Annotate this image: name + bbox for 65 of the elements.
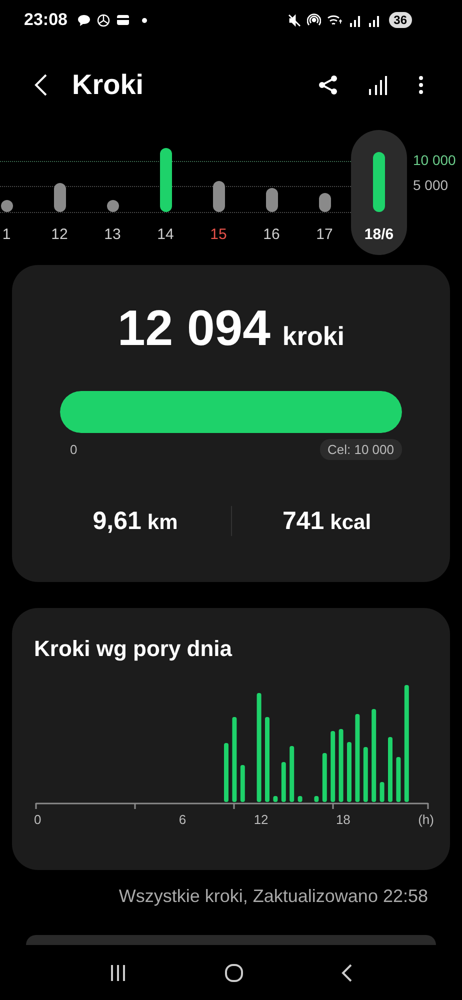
axis-label: (h) bbox=[418, 812, 434, 827]
mute-icon bbox=[288, 14, 301, 26]
day-bar[interactable] bbox=[0, 200, 12, 212]
day-label[interactable]: 17 bbox=[316, 226, 333, 243]
stat-unit: kcal bbox=[330, 510, 372, 534]
day-label[interactable]: 13 bbox=[104, 226, 121, 243]
card-title: Kroki wg pory dnia bbox=[34, 636, 234, 662]
bar-chart-icon[interactable] bbox=[368, 75, 388, 95]
day-bar[interactable] bbox=[318, 193, 330, 212]
day-label[interactable]: 16 bbox=[263, 226, 280, 243]
hourly-bar bbox=[298, 796, 302, 802]
day-bar[interactable] bbox=[160, 148, 172, 212]
progress-min-label: 0 bbox=[70, 442, 78, 457]
day-bar[interactable] bbox=[373, 152, 385, 212]
axis-label: 0 bbox=[34, 812, 42, 827]
scale-label: 10 000 bbox=[413, 152, 456, 168]
share-icon[interactable] bbox=[318, 75, 338, 95]
status-time: 23:08 bbox=[24, 10, 68, 30]
stat-value: 9,61 bbox=[92, 506, 142, 536]
hourly-bar bbox=[224, 743, 228, 802]
hourly-bar bbox=[273, 796, 278, 802]
selected-day[interactable]: 18/6 bbox=[351, 130, 407, 255]
axis-label: 6 bbox=[178, 812, 186, 827]
axis-label: 18 bbox=[336, 812, 350, 827]
star-circle-icon bbox=[97, 14, 110, 26]
stat-value: 741 bbox=[282, 506, 324, 536]
goal-badge: Cel: 10 000 bbox=[320, 439, 402, 460]
hourly-bar bbox=[281, 762, 286, 802]
scale-label: 5 000 bbox=[413, 177, 448, 193]
signal-icon bbox=[368, 14, 381, 26]
day-bar[interactable] bbox=[54, 183, 66, 212]
wallet-icon bbox=[116, 14, 130, 26]
page-title: Kroki bbox=[72, 69, 144, 101]
day-bar[interactable] bbox=[212, 181, 224, 212]
hourly-bar bbox=[396, 757, 401, 802]
signal-icon bbox=[348, 14, 362, 26]
back-icon[interactable] bbox=[341, 963, 354, 983]
recent-apps-icon[interactable] bbox=[108, 964, 127, 982]
hourly-bar bbox=[240, 765, 245, 802]
wifi-icon bbox=[326, 14, 343, 26]
more-options-icon[interactable] bbox=[418, 75, 424, 95]
day-label[interactable]: 15 bbox=[210, 226, 227, 243]
hourly-bar bbox=[314, 796, 319, 802]
hourly-bar bbox=[347, 742, 352, 802]
step-count: 12 094 bbox=[117, 299, 270, 357]
day-bar[interactable] bbox=[266, 188, 278, 212]
chat-bubble-icon bbox=[77, 14, 92, 26]
hourly-bar bbox=[363, 747, 368, 802]
notification-dot-icon bbox=[142, 18, 148, 22]
day-bar[interactable] bbox=[106, 200, 118, 212]
home-icon[interactable] bbox=[224, 963, 244, 983]
hotspot-icon bbox=[306, 13, 321, 27]
day-label[interactable]: 1 bbox=[2, 226, 11, 243]
update-note: Wszystkie kroki, Zaktualizowano 22:58 bbox=[118, 886, 428, 907]
hourly-bar bbox=[290, 746, 294, 802]
stat-unit: km bbox=[147, 510, 178, 534]
axis-label: 12 bbox=[254, 812, 268, 827]
step-unit: kroki bbox=[282, 321, 345, 352]
day-label[interactable]: 14 bbox=[157, 226, 174, 243]
hourly-bar bbox=[388, 737, 392, 802]
battery-level: 36 bbox=[388, 12, 412, 28]
hourly-bar bbox=[380, 782, 384, 802]
hourly-bar bbox=[322, 753, 327, 802]
hourly-bar bbox=[330, 731, 336, 802]
day-label[interactable]: 12 bbox=[51, 226, 68, 243]
